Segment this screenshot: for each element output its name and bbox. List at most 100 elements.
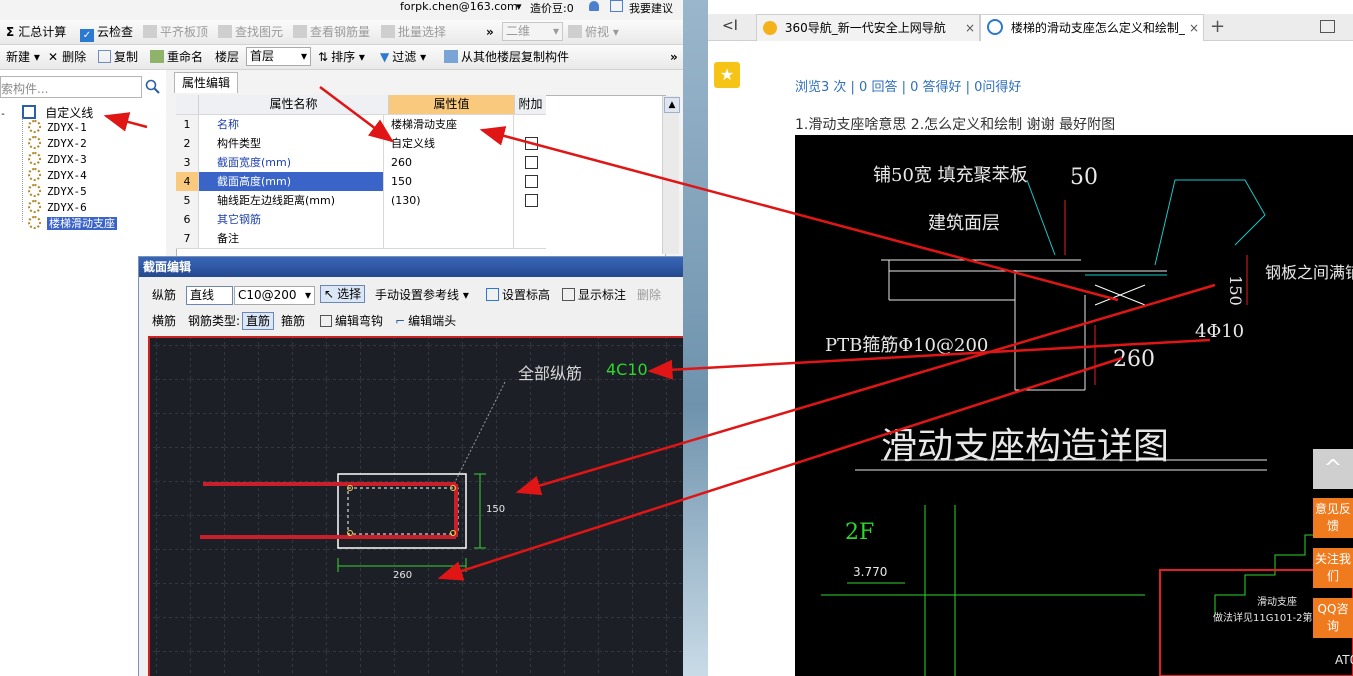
cad-detail-image: 铺50宽 填充聚苯板 建筑面层 50 钢板之间满铺石 150 4Φ10 PTB箍… xyxy=(795,135,1353,676)
find-element-button[interactable]: 查找图元 xyxy=(218,24,283,40)
rename-button[interactable]: 重命名 xyxy=(150,49,203,65)
new-tab-button[interactable]: + xyxy=(1210,16,1225,37)
collapse-icon[interactable]: - xyxy=(0,109,6,120)
property-value[interactable]: 自定义线 xyxy=(389,134,514,153)
row-number: 3 xyxy=(176,153,199,172)
search-input[interactable]: 索构件... xyxy=(0,76,142,98)
grid-scrollbar[interactable]: ▲ xyxy=(662,96,680,254)
cursor-icon: ↖ xyxy=(324,287,335,301)
favorite-star-icon[interactable]: ★ xyxy=(714,62,740,88)
property-value[interactable] xyxy=(389,210,514,229)
tree-item[interactable]: ZDYX-6 xyxy=(28,200,87,214)
extra-checkbox[interactable] xyxy=(525,194,538,207)
new-button[interactable]: 新建 ▾ xyxy=(6,49,40,65)
rebar-spec-select[interactable]: C10@200 ▾ xyxy=(234,286,315,305)
property-value[interactable] xyxy=(389,229,514,248)
show-label-button[interactable]: 显示标注 xyxy=(562,287,626,303)
sigma-icon: Σ xyxy=(6,25,15,39)
cloud-check-button[interactable]: ✓ 云检查 xyxy=(80,24,133,42)
batch-select-button[interactable]: 批量选择 xyxy=(381,24,446,40)
toolbar-overflow-button[interactable]: » xyxy=(486,24,494,40)
tab-list-icon[interactable] xyxy=(1320,20,1335,33)
copy-from-floor-button[interactable]: 从其他楼层复制构件 xyxy=(444,49,569,65)
tab-360-nav[interactable]: 360导航_新一代安全上网导航 × xyxy=(756,14,980,41)
cad-floor-label: 2F xyxy=(845,520,875,545)
chat-icon[interactable] xyxy=(610,0,623,12)
property-row[interactable]: 4 截面高度(mm) 150 xyxy=(176,172,546,192)
extra-checkbox[interactable] xyxy=(525,137,538,150)
grid-header: 属性名称 属性值 附加 xyxy=(176,95,546,115)
scroll-up-icon[interactable]: ▲ xyxy=(664,97,680,113)
view-rebar-button[interactable]: 查看钢筋量 xyxy=(293,24,370,40)
property-row[interactable]: 5 轴线距左边线距离(mm) (130) xyxy=(176,191,546,211)
feedback-button[interactable]: 意见反馈 xyxy=(1313,498,1353,538)
chevron-down-icon: ▾ xyxy=(552,24,559,38)
rebar-mode-select[interactable]: 直线▾ xyxy=(186,286,242,305)
close-icon[interactable]: × xyxy=(965,15,975,41)
delete-button[interactable]: ✕ 删除 xyxy=(48,49,86,65)
search-icon[interactable] xyxy=(145,79,161,95)
back-icon[interactable]: <I xyxy=(722,18,738,34)
property-value[interactable]: 150 xyxy=(389,172,514,191)
filter-button[interactable]: ▼ 过滤 ▾ xyxy=(380,49,426,65)
cube-icon xyxy=(568,25,582,38)
suggest-link[interactable]: 我要建议 xyxy=(629,0,673,16)
extra-checkbox[interactable] xyxy=(525,175,538,188)
tree-item[interactable]: ZDYX-4 xyxy=(28,168,87,182)
property-value[interactable]: (130) xyxy=(389,191,514,210)
hook-icon xyxy=(320,315,332,327)
follow-button[interactable]: 关注我们 xyxy=(1313,548,1353,588)
tree-root[interactable]: - 自定义线 xyxy=(0,104,93,121)
copy-button[interactable]: 复制 xyxy=(98,49,138,65)
tree-item[interactable]: ZDYX-1 xyxy=(28,120,87,134)
row-number: 7 xyxy=(176,229,199,248)
manual-ref-button[interactable]: 手动设置参考线 ▾ xyxy=(375,287,469,303)
tree-item-selected[interactable]: 楼梯滑动支座 xyxy=(28,215,117,231)
property-row[interactable]: 1 名称 楼梯滑动支座 xyxy=(176,115,546,135)
align-slab-button[interactable]: 平齐板顶 xyxy=(143,24,208,40)
edit-end-button[interactable]: ⌐ 编辑端头 xyxy=(395,313,456,329)
toolbar-overflow-button[interactable]: » xyxy=(670,49,678,65)
property-name: 截面高度(mm) xyxy=(199,172,384,191)
cad-label-foam: 铺50宽 填充聚苯板 xyxy=(873,165,1028,186)
property-value[interactable]: 260 xyxy=(389,153,514,172)
property-row[interactable]: 6 其它钢筋 xyxy=(176,210,546,230)
stirrup-button[interactable]: 箍筋 xyxy=(281,313,305,329)
tab-question-page[interactable]: 楼梯的滑动支座怎么定义和绘制_ × xyxy=(980,14,1204,41)
tab-property-edit[interactable]: 属性编辑 xyxy=(174,72,238,93)
sum-button[interactable]: Σ 汇总计算 xyxy=(6,24,66,40)
straight-rebar-button[interactable]: 直筋 xyxy=(242,312,275,330)
tree-item[interactable]: ZDYX-5 xyxy=(28,184,87,198)
property-row[interactable]: 2 构件类型 自定义线 xyxy=(176,134,546,154)
tree-item[interactable]: ZDYX-3 xyxy=(28,152,87,166)
section-canvas[interactable]: 全部纵筋 4C10 150 260 xyxy=(148,336,683,676)
gear-icon xyxy=(28,136,41,149)
bell-icon[interactable] xyxy=(589,1,599,11)
search-placeholder: 索构件... xyxy=(1,82,49,96)
row-number: 1 xyxy=(176,115,199,134)
qq-consult-button[interactable]: QQ咨询 xyxy=(1313,598,1353,638)
property-value[interactable]: 楼梯滑动支座 xyxy=(389,115,514,134)
tree-guide xyxy=(22,118,24,222)
view-mode-select[interactable]: 二维 ▾ xyxy=(502,22,563,41)
floor-select[interactable]: 首层 ▾ xyxy=(246,47,311,66)
chevron-down-icon[interactable]: ▾ xyxy=(516,0,522,13)
sort-button[interactable]: ⇅ 排序 ▾ xyxy=(318,49,365,65)
edit-hook-button[interactable]: 编辑弯钩 xyxy=(320,313,383,329)
set-elevation-button[interactable]: 设置标高 xyxy=(486,287,550,303)
cad-dim-4phi10: 4Φ10 xyxy=(1195,321,1245,342)
account-name[interactable]: forpk.chen@163.com xyxy=(400,0,518,13)
select-button[interactable]: ↖ 选择 xyxy=(320,285,366,303)
delete-button[interactable]: 删除 xyxy=(637,287,661,303)
close-icon[interactable]: × xyxy=(1189,15,1199,41)
tree-item[interactable]: ZDYX-2 xyxy=(28,136,87,150)
property-row[interactable]: 7 备注 xyxy=(176,229,546,249)
gear-icon xyxy=(28,216,41,229)
extra-checkbox[interactable] xyxy=(525,156,538,169)
back-to-top-button[interactable]: ^ xyxy=(1313,449,1353,489)
top-view-button[interactable]: 俯视 ▾ xyxy=(568,24,619,40)
property-row[interactable]: 3 截面宽度(mm) 260 xyxy=(176,153,546,173)
header-value: 属性值 xyxy=(389,95,515,114)
elevation-icon xyxy=(486,288,499,301)
filter-icon: ▼ xyxy=(380,50,390,64)
